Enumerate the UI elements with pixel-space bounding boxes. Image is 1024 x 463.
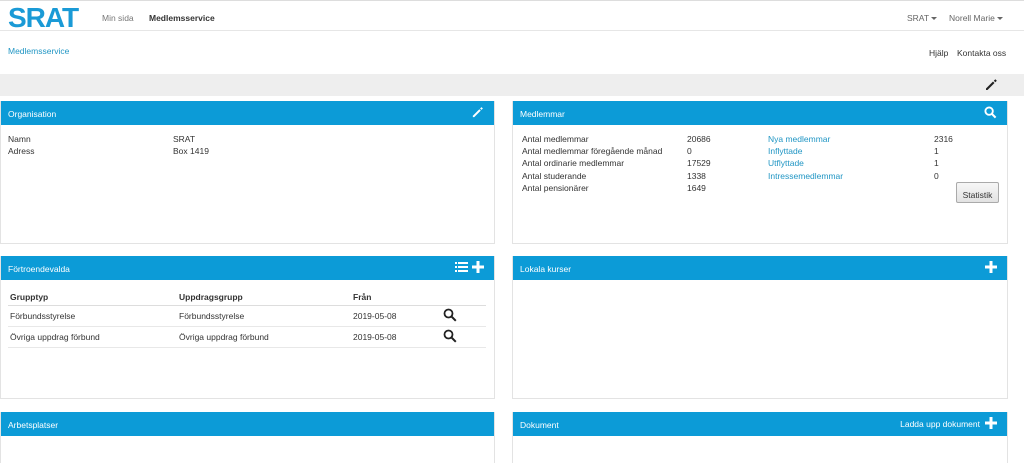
trustees-panel-header: Förtroendevalda [1,256,494,280]
stat-label: Antal medlemmar [522,134,589,144]
stat-value: 0 [687,146,692,156]
organisation-panel-header: Organisation [1,101,494,125]
documents-title: Dokument [520,420,559,430]
org-dropdown-label: SRAT [907,13,930,23]
organisation-title: Organisation [8,109,57,119]
interest-members-link[interactable]: Intressemedlemmar [768,171,843,181]
cell-group: Förbundsstyrelse [177,305,351,327]
stat-value: 1 [934,158,939,168]
svg-text:SRAT: SRAT [8,5,79,29]
plus-icon [985,417,997,431]
address-value: Box 1419 [173,146,209,156]
nav-my-page[interactable]: Min sida [102,13,134,23]
members-panel: Medlemmar Antal medlemmar 20686 Antal me… [512,101,1008,244]
workplaces-title: Arbetsplatser [8,420,59,430]
help-link[interactable]: Hjälp [929,48,948,58]
contact-link[interactable]: Kontakta oss [957,48,1006,58]
srat-logo[interactable]: SRAT [8,5,88,29]
stat-value: 2316 [934,134,953,144]
stat-value: 1649 [687,183,706,193]
moved-out-link[interactable]: Utflyttade [768,158,804,168]
row-search-button[interactable] [441,305,486,327]
top-navbar: SRAT Min sida Medlemsservice SRAT Norell… [0,0,1024,31]
stat-value: 0 [934,171,939,181]
row-search-button[interactable] [441,326,486,348]
new-members-link[interactable]: Nya medlemmar [768,134,830,144]
stat-label: Antal studerande [522,171,587,181]
table-row: Förbundsstyrelse Förbundsstyrelse 2019-0… [8,305,486,327]
name-label: Namn [8,134,31,144]
courses-panel-header: Lokala kurser [513,256,1007,280]
cell-type: Förbundsstyrelse [8,305,177,327]
plus-icon[interactable] [985,261,997,275]
breadcrumb[interactable]: Medlemsservice [8,46,69,56]
stat-label: Antal pensionärer [522,183,589,193]
org-dropdown[interactable]: SRAT [907,13,938,23]
cell-from: 2019-05-08 [351,326,441,348]
search-icon[interactable] [984,106,997,121]
stat-value: 1338 [687,171,706,181]
trustees-table: Grupptyp Uppdragsgrupp Från Förbundsstyr… [8,289,486,348]
moved-in-link[interactable]: Inflyttade [768,146,803,156]
page-toolbar [0,74,1024,96]
column-header: Uppdragsgrupp [177,289,351,306]
user-dropdown-label: Norell Marie [949,13,995,23]
search-icon [443,329,457,343]
address-label: Adress [8,146,35,156]
search-icon [443,308,457,322]
documents-panel: Dokument Ladda upp dokument [512,412,1008,463]
workplaces-panel: Arbetsplatser [0,412,495,463]
stat-label: Antal ordinarie medlemmar [522,158,625,168]
members-panel-header: Medlemmar [513,101,1007,125]
nav-member-service[interactable]: Medlemsservice [149,13,215,23]
upload-document-label: Ladda upp dokument [900,419,980,429]
caret-down-icon [931,17,938,20]
table-row: Övriga uppdrag förbund Övriga uppdrag fö… [8,326,486,348]
pencil-icon[interactable] [471,106,484,121]
courses-title: Lokala kurser [520,264,572,274]
column-header: Från [351,289,441,306]
name-value: SRAT [173,134,196,144]
plus-icon[interactable] [472,261,484,275]
user-dropdown[interactable]: Norell Marie [949,13,1003,23]
stat-value: 17529 [687,158,711,168]
trustees-title: Förtroendevalda [8,264,70,274]
courses-panel: Lokala kurser [512,256,1008,399]
statistics-button[interactable]: Statistik [956,182,999,203]
upload-document-button[interactable]: Ladda upp dokument [900,417,997,431]
cell-group: Övriga uppdrag förbund [177,326,351,348]
members-title: Medlemmar [520,109,565,119]
column-header: Grupptyp [8,289,177,306]
pencil-icon[interactable] [984,78,998,94]
workplaces-panel-header: Arbetsplatser [1,412,494,436]
stat-value: 1 [934,146,939,156]
stat-label: Antal medlemmar föregående månad [522,146,663,156]
table-header-row: Grupptyp Uppdragsgrupp Från [8,289,486,306]
documents-panel-header: Dokument Ladda upp dokument [513,412,1007,436]
caret-down-icon [996,17,1003,20]
cell-type: Övriga uppdrag förbund [8,326,177,348]
list-icon[interactable] [455,261,468,275]
organisation-panel: Organisation Namn SRAT Adress Box 1419 [0,101,495,244]
cell-from: 2019-05-08 [351,305,441,327]
trustees-panel: Förtroendevalda Grupptyp Uppdragsgrupp F… [0,256,495,399]
column-header-actions [441,289,486,306]
stat-value: 20686 [687,134,711,144]
